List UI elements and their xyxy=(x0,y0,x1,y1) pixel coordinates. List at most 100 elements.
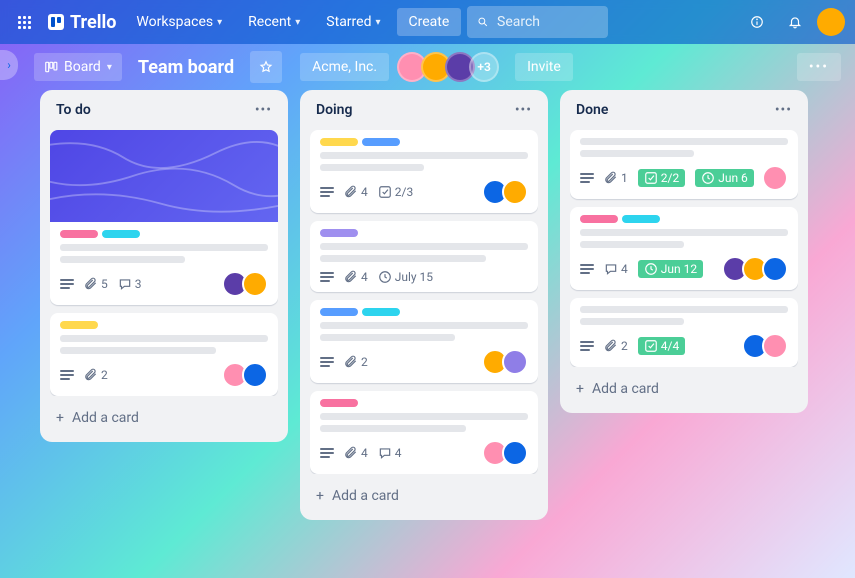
search-box[interactable] xyxy=(467,6,608,38)
card-members xyxy=(488,440,528,466)
card-title-placeholder xyxy=(320,152,528,171)
label-pink[interactable] xyxy=(580,215,618,223)
nav-starred[interactable]: Starred▾ xyxy=(316,8,390,36)
label-pink[interactable] xyxy=(60,230,98,238)
attachments-badge: 4 xyxy=(344,185,368,199)
member-avatar[interactable] xyxy=(242,271,268,297)
attachments-badge: 2 xyxy=(84,368,108,382)
card[interactable]: 4 Jun 12 xyxy=(570,207,798,290)
board-title[interactable]: Team board xyxy=(130,57,242,78)
card-title-placeholder xyxy=(580,306,788,325)
card-labels xyxy=(580,215,788,223)
member-avatar[interactable] xyxy=(762,165,788,191)
member-avatar[interactable] xyxy=(502,349,528,375)
user-avatar[interactable] xyxy=(817,8,845,36)
card[interactable]: 2 xyxy=(50,313,278,396)
description-icon xyxy=(60,370,74,380)
list-menu-button[interactable]: ••• xyxy=(775,102,792,118)
view-switcher[interactable]: Board ▾ xyxy=(34,53,122,81)
comments-badge: 3 xyxy=(118,277,142,291)
label-yellow[interactable] xyxy=(320,138,358,146)
card[interactable]: 2 xyxy=(310,300,538,383)
list-header: To do ••• xyxy=(50,100,278,122)
description-icon xyxy=(320,357,334,367)
nav-workspaces[interactable]: Workspaces▾ xyxy=(126,8,232,36)
label-purple[interactable] xyxy=(320,229,358,237)
search-icon xyxy=(477,15,489,29)
label-blue[interactable] xyxy=(320,308,358,316)
label-yellow[interactable] xyxy=(60,321,98,329)
card-members xyxy=(488,349,528,375)
member-avatar[interactable] xyxy=(502,440,528,466)
card-footer: 4 Jun 12 xyxy=(580,256,788,282)
label-blue[interactable] xyxy=(362,138,400,146)
star-board-button[interactable] xyxy=(250,51,282,83)
checklist-badge: 2/3 xyxy=(378,185,413,199)
board-header: › Board ▾ Team board Acme, Inc. +3 Invit… xyxy=(0,44,855,90)
chevron-down-icon: ▾ xyxy=(107,62,112,73)
add-card-button[interactable]: +Add a card xyxy=(50,404,278,432)
expand-sidebar-button[interactable]: › xyxy=(0,50,18,80)
description-badge xyxy=(320,357,334,367)
member-avatar[interactable] xyxy=(502,179,528,205)
card[interactable]: 24/4 xyxy=(570,298,798,367)
description-badge xyxy=(580,173,594,183)
plus-icon: + xyxy=(576,381,584,397)
checklist-complete-badge: 2/2 xyxy=(638,169,685,187)
label-pink[interactable] xyxy=(320,399,358,407)
description-badge xyxy=(320,187,334,197)
list-menu-button[interactable]: ••• xyxy=(255,102,272,118)
topbar: Trello Workspaces▾ Recent▾ Starred▾ Crea… xyxy=(0,0,855,44)
card[interactable]: 44 xyxy=(310,391,538,474)
list-cards: 53 2 xyxy=(50,130,278,396)
invite-button[interactable]: Invite xyxy=(515,53,573,81)
info-button[interactable] xyxy=(741,6,773,38)
chevron-down-icon: ▾ xyxy=(375,17,380,28)
card[interactable]: 53 xyxy=(50,130,278,305)
chevron-down-icon: ▾ xyxy=(295,17,300,28)
board-canvas: To do ••• 53 2 +Add a card Doing ••• 4 2/3… xyxy=(0,90,855,578)
card-members xyxy=(488,179,528,205)
list-title[interactable]: Doing xyxy=(316,102,352,118)
card-members xyxy=(748,333,788,359)
board-menu-button[interactable]: ••• xyxy=(797,53,841,81)
search-input[interactable] xyxy=(497,14,598,30)
description-badge xyxy=(60,279,74,289)
card[interactable]: 12/2Jun 6 xyxy=(570,130,798,199)
add-card-button[interactable]: +Add a card xyxy=(310,482,538,510)
description-icon xyxy=(580,341,594,351)
label-cyan[interactable] xyxy=(362,308,400,316)
board-members[interactable]: +3 xyxy=(403,52,499,82)
workspace-chip[interactable]: Acme, Inc. xyxy=(300,53,389,81)
description-icon xyxy=(320,272,334,282)
card-title-placeholder xyxy=(320,322,528,341)
label-cyan[interactable] xyxy=(622,215,660,223)
comments-badge: 4 xyxy=(604,262,628,276)
label-cyan[interactable] xyxy=(102,230,140,238)
list-title[interactable]: Done xyxy=(576,102,608,118)
notifications-button[interactable] xyxy=(779,6,811,38)
card-labels xyxy=(60,321,268,329)
apps-switcher-button[interactable] xyxy=(10,8,38,36)
member-avatar[interactable] xyxy=(762,256,788,282)
member-overflow[interactable]: +3 xyxy=(469,52,499,82)
card[interactable]: 4 2/3 xyxy=(310,130,538,213)
comments-badge: 4 xyxy=(378,446,402,460)
card[interactable]: 4July 15 xyxy=(310,221,538,292)
board-view-icon xyxy=(44,60,58,74)
add-card-button[interactable]: +Add a card xyxy=(570,375,798,403)
logo-text: Trello xyxy=(70,12,116,33)
list-menu-button[interactable]: ••• xyxy=(515,102,532,118)
card-labels xyxy=(320,138,528,146)
card-footer: 4July 15 xyxy=(320,270,528,284)
member-avatar[interactable] xyxy=(242,362,268,388)
card-labels xyxy=(60,230,268,238)
list-title[interactable]: To do xyxy=(56,102,91,118)
logo[interactable]: Trello xyxy=(44,12,120,33)
due-date-complete-badge: Jun 12 xyxy=(638,260,703,278)
description-icon xyxy=(580,173,594,183)
list: Done ••• 12/2Jun 6 4 Jun 12 24/4 +Add a car… xyxy=(560,90,808,413)
nav-recent[interactable]: Recent▾ xyxy=(238,8,310,36)
member-avatar[interactable] xyxy=(762,333,788,359)
create-button[interactable]: Create xyxy=(397,8,462,36)
